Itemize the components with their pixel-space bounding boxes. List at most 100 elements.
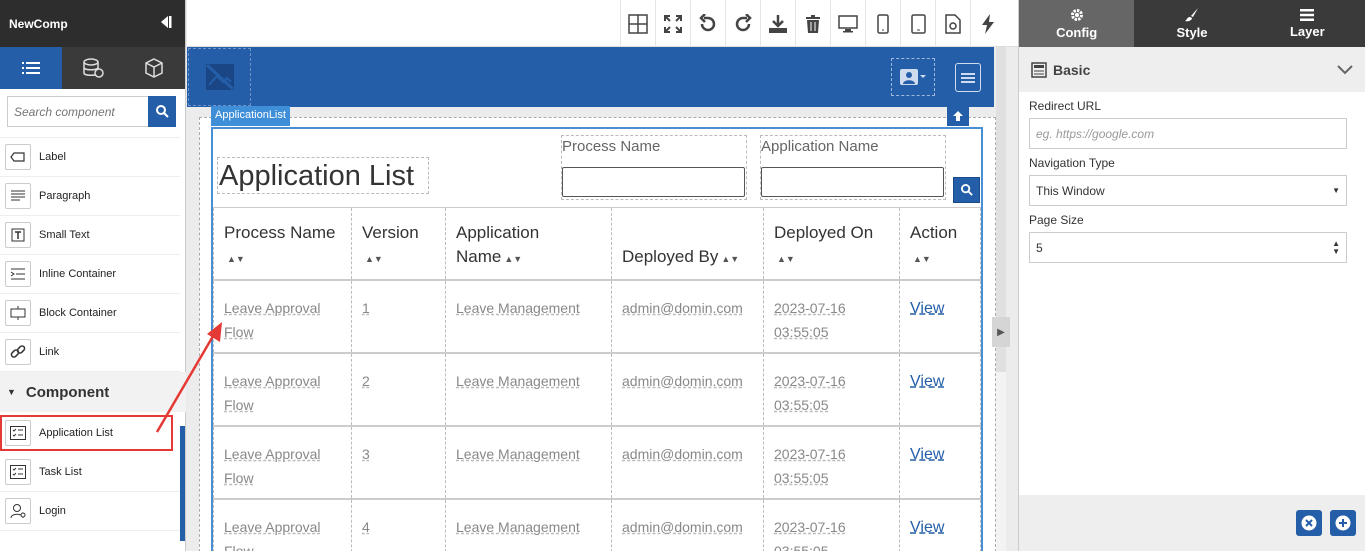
user-menu-button[interactable] bbox=[891, 58, 935, 96]
column-header-action[interactable]: Action ▲▼ bbox=[899, 207, 981, 280]
desktop-icon bbox=[838, 14, 858, 32]
cell-text: Leave Approval bbox=[224, 372, 321, 389]
page-settings-button[interactable] bbox=[935, 0, 970, 47]
field-label: Page Size bbox=[1029, 213, 1084, 227]
column-header-process-name[interactable]: Process Name ▲▼ bbox=[213, 207, 352, 280]
component-item-label[interactable]: Label bbox=[0, 138, 180, 177]
page-size-field: Page Size 5 ▲ ▼ bbox=[1019, 213, 1365, 263]
cell-version: 1 bbox=[351, 278, 446, 353]
view-link[interactable]: View bbox=[910, 446, 944, 463]
sort-icon[interactable]: ▲▼ bbox=[777, 247, 795, 271]
filter-label: Process Name bbox=[562, 138, 661, 155]
page-size-stepper[interactable]: 5 ▲ ▼ bbox=[1029, 232, 1347, 263]
cell-process-name: Leave Approval Flow bbox=[213, 351, 352, 426]
remove-button[interactable] bbox=[1296, 510, 1322, 536]
cell-action: View bbox=[899, 497, 981, 551]
delete-button[interactable] bbox=[795, 0, 830, 47]
cell-version: 2 bbox=[351, 351, 446, 426]
paintbrush-icon bbox=[1184, 7, 1198, 21]
navigation-type-select[interactable]: This Window ▼ bbox=[1029, 175, 1347, 206]
application-list-component[interactable]: Application List Process Name Applicatio… bbox=[211, 127, 983, 551]
grid-icon bbox=[628, 13, 648, 34]
sort-icon[interactable]: ▲▼ bbox=[227, 247, 245, 271]
fullscreen-button[interactable] bbox=[655, 0, 690, 47]
cell-text: 2023-07-16 bbox=[774, 445, 846, 462]
selected-component-tag[interactable]: ApplicationList bbox=[211, 106, 290, 126]
properties-panel: Config Style Layer Basic Redirect URL eg… bbox=[1018, 0, 1365, 551]
desktop-view-button[interactable] bbox=[830, 0, 865, 47]
tab-config[interactable]: Config bbox=[1019, 0, 1135, 47]
component-search-input[interactable] bbox=[7, 96, 148, 127]
sort-icon[interactable]: ▲▼ bbox=[504, 247, 522, 271]
filter-search-button[interactable] bbox=[953, 177, 980, 203]
tab-components[interactable] bbox=[0, 47, 62, 89]
cell-deployed-by: admin@domin.com bbox=[611, 424, 764, 499]
cell-text: Leave Management bbox=[456, 299, 580, 316]
grid-button[interactable] bbox=[620, 0, 655, 47]
sort-icon[interactable]: ▲▼ bbox=[913, 247, 931, 271]
panel-toggle-handle[interactable]: ▶ bbox=[992, 317, 1010, 347]
component-group-header[interactable]: ▼ Component bbox=[0, 372, 186, 412]
stepper-arrows-icon[interactable]: ▲ ▼ bbox=[1332, 239, 1340, 256]
component-item-small-text[interactable]: Small Text bbox=[0, 216, 180, 255]
component-item-login[interactable]: Login bbox=[0, 492, 180, 531]
tab-data-sources[interactable] bbox=[62, 47, 124, 89]
header-label: Deployed By bbox=[622, 247, 719, 266]
flash-button[interactable] bbox=[970, 0, 1005, 47]
move-up-button[interactable] bbox=[947, 106, 969, 126]
component-item-link[interactable]: Link bbox=[0, 333, 180, 372]
view-link[interactable]: View bbox=[910, 519, 944, 536]
page-header[interactable] bbox=[187, 47, 994, 107]
gear-icon bbox=[1070, 8, 1083, 21]
component-item-inline-container[interactable]: Inline Container bbox=[0, 255, 180, 294]
view-link[interactable]: View bbox=[910, 300, 944, 317]
component-item-paragraph[interactable]: Paragraph bbox=[0, 177, 180, 216]
hamburger-menu-button[interactable] bbox=[955, 63, 981, 92]
basic-section-header[interactable]: Basic bbox=[1019, 47, 1365, 92]
collapse-sidebar-icon[interactable] bbox=[157, 14, 173, 34]
redirect-url-input[interactable]: eg. https://google.com bbox=[1029, 118, 1347, 149]
application-name-input[interactable] bbox=[761, 167, 944, 197]
tab-blocks[interactable] bbox=[123, 47, 185, 89]
tablet-icon bbox=[910, 13, 926, 34]
component-item-task-list[interactable]: Task List bbox=[0, 453, 180, 492]
cell-action: View bbox=[899, 351, 981, 426]
component-item-block-container[interactable]: Block Container bbox=[0, 294, 180, 333]
redo-button[interactable] bbox=[725, 0, 760, 47]
column-header-version[interactable]: Version ▲▼ bbox=[351, 207, 446, 280]
cell-text: admin@domin.com bbox=[622, 372, 743, 389]
section-title: Basic bbox=[1053, 61, 1091, 78]
design-canvas[interactable]: ApplicationList Application List Process… bbox=[187, 47, 1018, 551]
component-search-button[interactable] bbox=[148, 96, 176, 127]
header-label: Process Name bbox=[224, 223, 336, 242]
component-item-application-list[interactable]: Application List bbox=[0, 415, 173, 451]
bars-icon bbox=[1300, 8, 1315, 21]
cell-application: Leave Management bbox=[445, 278, 612, 353]
column-header-application-name[interactable]: Application Name ▲▼ bbox=[445, 207, 612, 280]
tab-style[interactable]: Style bbox=[1134, 0, 1249, 47]
download-button[interactable] bbox=[760, 0, 795, 47]
view-link[interactable]: View bbox=[910, 373, 944, 390]
add-button[interactable] bbox=[1330, 510, 1356, 536]
sidebar-tabs bbox=[0, 47, 185, 89]
cell-text: 4 bbox=[362, 518, 370, 535]
sidebar-scrollbar[interactable] bbox=[180, 426, 185, 541]
component-item-name: Login bbox=[39, 505, 66, 517]
component-list: Label Paragraph Small Text Inline Contai… bbox=[0, 131, 186, 551]
cell-text: Flow bbox=[224, 469, 254, 486]
undo-button[interactable] bbox=[690, 0, 725, 47]
tab-layer[interactable]: Layer bbox=[1250, 0, 1365, 47]
sort-icon[interactable]: ▲▼ bbox=[721, 247, 739, 271]
file-settings-icon bbox=[945, 13, 961, 34]
mobile-view-button[interactable] bbox=[865, 0, 900, 47]
sort-icon[interactable]: ▲▼ bbox=[365, 247, 383, 271]
cell-text: 2 bbox=[362, 372, 370, 389]
logo-placeholder[interactable] bbox=[188, 48, 251, 106]
tablet-view-button[interactable] bbox=[900, 0, 935, 47]
cell-process-name: Leave Approval Flow bbox=[213, 278, 352, 353]
cell-text: 2023-07-16 bbox=[774, 372, 846, 389]
column-header-deployed-by[interactable]: Deployed By ▲▼ bbox=[611, 207, 764, 280]
column-header-deployed-on[interactable]: Deployed On ▲▼ bbox=[763, 207, 900, 280]
process-name-input[interactable] bbox=[562, 167, 745, 197]
tab-label: Style bbox=[1176, 24, 1208, 40]
